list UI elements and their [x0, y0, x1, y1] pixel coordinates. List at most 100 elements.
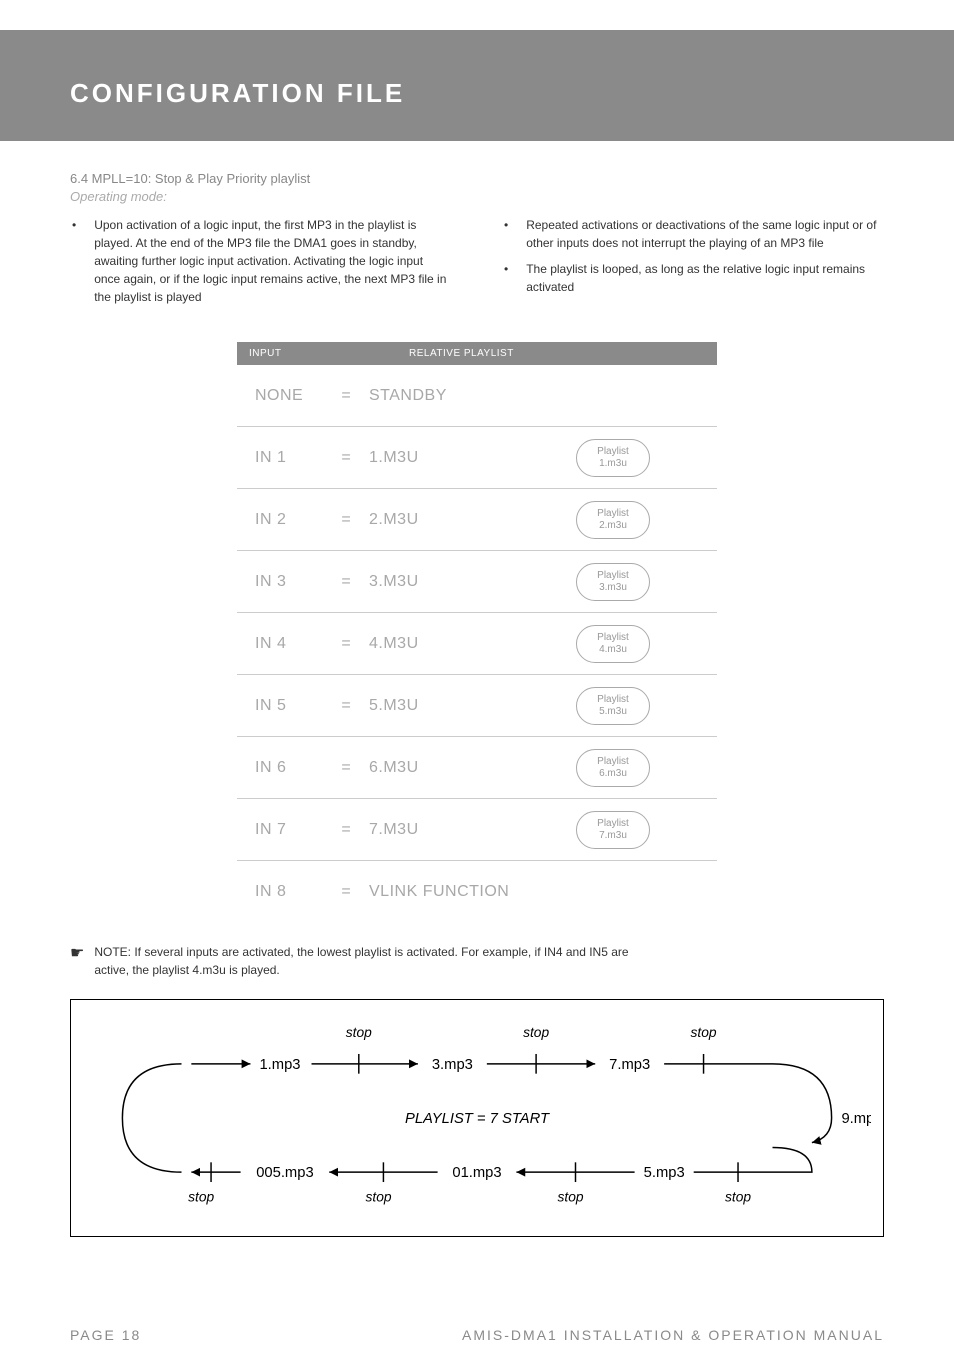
table-cell-equals: =: [323, 759, 369, 777]
flow-diagram-svg: stop stop stop 1.mp3 3.mp3 7.mp3 9.mp3 P…: [83, 1018, 871, 1218]
badge-line1: Playlist: [597, 632, 629, 644]
table-row: IN 3=3.M3U Playlist3.m3u: [237, 551, 717, 613]
table-cell-playlist: 6.M3U: [369, 759, 509, 777]
playlist-badge: Playlist7.m3u: [576, 811, 650, 849]
table-cell-equals: =: [323, 387, 369, 405]
badge-line1: Playlist: [597, 756, 629, 768]
table-cell-badge: Playlist5.m3u: [509, 687, 717, 725]
table-cell-input: IN 8: [237, 883, 323, 901]
table-cell-equals: =: [323, 697, 369, 715]
table-cell-input: IN 1: [237, 449, 323, 467]
table-cell-badge: Playlist1.m3u: [509, 439, 717, 477]
table-cell-input: IN 6: [237, 759, 323, 777]
table-row: IN 1=1.M3U Playlist1.m3u: [237, 427, 717, 489]
table-cell-equals: =: [323, 449, 369, 467]
table-cell-input: IN 7: [237, 821, 323, 839]
dia-node-3mp3: 3.mp3: [432, 1057, 473, 1073]
section-heading: 6.4 MPLL=10: Stop & Play Priority playli…: [70, 171, 884, 186]
dia-stop-top-3: stop: [691, 1025, 717, 1040]
playlist-badge: Playlist1.m3u: [576, 439, 650, 477]
table-cell-equals: =: [323, 511, 369, 529]
dia-node-1mp3: 1.mp3: [259, 1057, 300, 1073]
table-row: IN 4=4.M3U Playlist4.m3u: [237, 613, 717, 675]
dia-center-label: PLAYLIST = 7 START: [405, 1111, 550, 1127]
bullet-col-left: Upon activation of a logic input, the fi…: [70, 216, 452, 314]
dia-stop-bot-4: stop: [725, 1190, 751, 1205]
page-footer: PAGE 18 AMIS-DMA1 INSTALLATION & OPERATI…: [0, 1327, 954, 1343]
dia-node-9mp3: 9.mp3: [841, 1111, 871, 1127]
table-cell-playlist: VLINK FUNCTION: [369, 883, 589, 901]
dia-stop-top-2: stop: [523, 1025, 549, 1040]
playlist-badge: Playlist3.m3u: [576, 563, 650, 601]
table-cell-playlist: 2.M3U: [369, 511, 509, 529]
table-cell-input: IN 5: [237, 697, 323, 715]
table-cell-playlist: 4.M3U: [369, 635, 509, 653]
table-cell-input: IN 4: [237, 635, 323, 653]
table-cell-equals: =: [323, 883, 369, 901]
table-header-input: INPUT: [249, 348, 369, 359]
table-cell-badge: Playlist4.m3u: [509, 625, 717, 663]
table-row: IN 2=2.M3U Playlist2.m3u: [237, 489, 717, 551]
dia-node-005mp3: 005.mp3: [256, 1165, 313, 1181]
table-cell-badge: Playlist6.m3u: [509, 749, 717, 787]
badge-line1: Playlist: [597, 508, 629, 520]
bullet-columns: Upon activation of a logic input, the fi…: [70, 216, 884, 314]
dia-node-7mp3: 7.mp3: [609, 1057, 650, 1073]
table-cell-equals: =: [323, 635, 369, 653]
table-cell-equals: =: [323, 821, 369, 839]
dia-stop-bot-3: stop: [558, 1190, 584, 1205]
table-cell-playlist: STANDBY: [369, 387, 509, 405]
footer-manual: AMIS-DMA1 INSTALLATION & OPERATION MANUA…: [462, 1327, 884, 1343]
note-row: ☛ NOTE: If several inputs are activated,…: [70, 943, 884, 979]
bullet-item: Upon activation of a logic input, the fi…: [70, 216, 452, 306]
dia-stop-top-1: stop: [346, 1025, 372, 1040]
table-row: IN 5=5.M3UPlaylist5.m3u: [237, 675, 717, 737]
table-row: NONE=STANDBY: [237, 365, 717, 427]
playlist-table: INPUT RELATIVE PLAYLIST NONE=STANDBYIN 1…: [237, 342, 717, 923]
dia-node-5mp3: 5.mp3: [644, 1165, 685, 1181]
table-cell-playlist: 1.M3U: [369, 449, 509, 467]
page-header: CONFIGURATION FILE: [0, 30, 954, 141]
table-header-playlist: RELATIVE PLAYLIST: [369, 348, 705, 359]
badge-line1: Playlist: [597, 818, 629, 830]
table-cell-input: NONE: [237, 387, 323, 405]
table-cell-input: IN 3: [237, 573, 323, 591]
badge-line2: 4.m3u: [597, 644, 629, 656]
table-cell-playlist: 3.M3U: [369, 573, 509, 591]
table-row: IN 6=6.M3U Playlist6.m3u: [237, 737, 717, 799]
table-header: INPUT RELATIVE PLAYLIST: [237, 342, 717, 365]
note-icon: ☛: [70, 942, 84, 966]
note-text: NOTE: If several inputs are activated, t…: [94, 943, 654, 979]
badge-line1: Playlist: [597, 570, 629, 582]
table-cell-equals: =: [323, 573, 369, 591]
table-body: NONE=STANDBYIN 1=1.M3UPlaylist1.m3uIN 2=…: [237, 365, 717, 923]
table-cell-input: IN 2: [237, 511, 323, 529]
badge-line2: 7.m3u: [597, 830, 629, 842]
bullet-item: Repeated activations or deactivations of…: [502, 216, 884, 252]
table-row: IN 7=7.M3U Playlist7.m3u: [237, 799, 717, 861]
dia-stop-bot-2: stop: [365, 1190, 391, 1205]
section-subheading: Operating mode:: [70, 189, 884, 204]
bullet-col-right: Repeated activations or deactivations of…: [502, 216, 884, 314]
playlist-badge: Playlist4.m3u: [576, 625, 650, 663]
dia-node-01mp3: 01.mp3: [452, 1165, 501, 1181]
badge-line2: 3.m3u: [597, 582, 629, 594]
bullet-item: The playlist is looped, as long as the r…: [502, 260, 884, 296]
table-cell-badge: Playlist7.m3u: [509, 811, 717, 849]
badge-line2: 1.m3u: [597, 458, 629, 470]
footer-page: PAGE 18: [70, 1327, 141, 1343]
table-row: IN 8=VLINK FUNCTION: [237, 861, 717, 923]
table-cell-badge: Playlist2.m3u: [509, 501, 717, 539]
playlist-badge: Playlist6.m3u: [576, 749, 650, 787]
badge-line1: Playlist: [597, 446, 629, 458]
page-title: CONFIGURATION FILE: [70, 78, 954, 109]
bullet-text: Repeated activations or deactivations of…: [526, 216, 884, 252]
bullet-text: Upon activation of a logic input, the fi…: [94, 216, 452, 306]
badge-line2: 2.m3u: [597, 520, 629, 532]
bullet-text: The playlist is looped, as long as the r…: [526, 260, 884, 296]
badge-line2: 6.m3u: [597, 768, 629, 780]
playlist-badge: Playlist2.m3u: [576, 501, 650, 539]
table-cell-playlist: 5.M3U: [369, 697, 509, 715]
table-cell-playlist: 7.M3U: [369, 821, 509, 839]
badge-line2: 5.m3u: [597, 706, 629, 718]
